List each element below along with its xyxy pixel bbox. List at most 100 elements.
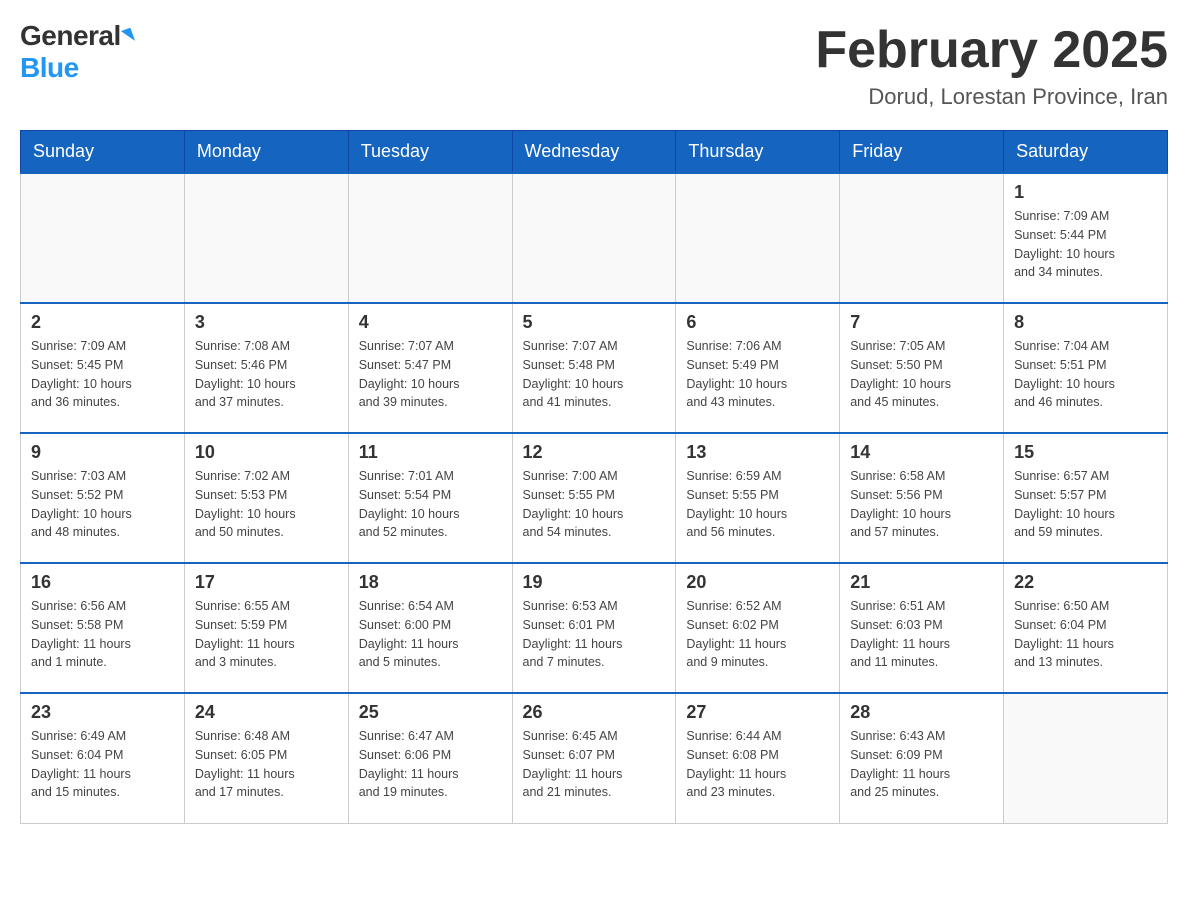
day-info: Sunrise: 6:45 AMSunset: 6:07 PMDaylight:… xyxy=(523,727,666,802)
day-number: 9 xyxy=(31,442,174,463)
day-number: 26 xyxy=(523,702,666,723)
day-info: Sunrise: 7:07 AMSunset: 5:48 PMDaylight:… xyxy=(523,337,666,412)
calendar-cell: 10Sunrise: 7:02 AMSunset: 5:53 PMDayligh… xyxy=(184,433,348,563)
day-info: Sunrise: 6:58 AMSunset: 5:56 PMDaylight:… xyxy=(850,467,993,542)
calendar-cell xyxy=(184,173,348,303)
day-info: Sunrise: 6:54 AMSunset: 6:00 PMDaylight:… xyxy=(359,597,502,672)
weekday-header-sunday: Sunday xyxy=(21,131,185,174)
day-info: Sunrise: 6:51 AMSunset: 6:03 PMDaylight:… xyxy=(850,597,993,672)
calendar-cell: 12Sunrise: 7:00 AMSunset: 5:55 PMDayligh… xyxy=(512,433,676,563)
day-number: 7 xyxy=(850,312,993,333)
day-info: Sunrise: 6:49 AMSunset: 6:04 PMDaylight:… xyxy=(31,727,174,802)
location-subtitle: Dorud, Lorestan Province, Iran xyxy=(815,84,1168,110)
day-info: Sunrise: 6:48 AMSunset: 6:05 PMDaylight:… xyxy=(195,727,338,802)
week-row-3: 9 Sunrise: 7:03 AMSunset: 5:52 PMDaylight… xyxy=(21,433,1168,563)
weekday-header-thursday: Thursday xyxy=(676,131,840,174)
calendar-cell xyxy=(676,173,840,303)
logo-general-text: General xyxy=(20,20,121,52)
weekday-header-tuesday: Tuesday xyxy=(348,131,512,174)
calendar-cell: 5 Sunrise: 7:07 AMSunset: 5:48 PMDaylight… xyxy=(512,303,676,433)
day-number: 17 xyxy=(195,572,338,593)
day-info: Sunrise: 6:43 AMSunset: 6:09 PMDaylight:… xyxy=(850,727,993,802)
logo-triangle-icon xyxy=(121,28,135,45)
logo: General Blue xyxy=(20,20,133,84)
calendar-cell: 11 Sunrise: 7:01 AMSunset: 5:54 PMDayligh… xyxy=(348,433,512,563)
calendar-cell: 21 Sunrise: 6:51 AMSunset: 6:03 PMDayligh… xyxy=(840,563,1004,693)
logo-blue-text: Blue xyxy=(20,52,79,83)
calendar-cell: 4 Sunrise: 7:07 AMSunset: 5:47 PMDaylight… xyxy=(348,303,512,433)
calendar-cell: 23 Sunrise: 6:49 AMSunset: 6:04 PMDayligh… xyxy=(21,693,185,823)
day-info: Sunrise: 6:47 AMSunset: 6:06 PMDaylight:… xyxy=(359,727,502,802)
week-row-1: 1 Sunrise: 7:09 AMSunset: 5:44 PMDaylight… xyxy=(21,173,1168,303)
calendar-cell: 6 Sunrise: 7:06 AMSunset: 5:49 PMDaylight… xyxy=(676,303,840,433)
day-number: 3 xyxy=(195,312,338,333)
day-number: 23 xyxy=(31,702,174,723)
calendar-cell: 19 Sunrise: 6:53 AMSunset: 6:01 PMDayligh… xyxy=(512,563,676,693)
day-info: Sunrise: 6:59 AMSunset: 5:55 PMDaylight:… xyxy=(686,467,829,542)
day-number: 27 xyxy=(686,702,829,723)
calendar-cell: 16 Sunrise: 6:56 AMSunset: 5:58 PMDayligh… xyxy=(21,563,185,693)
month-year-title: February 2025 xyxy=(815,20,1168,80)
day-number: 2 xyxy=(31,312,174,333)
weekday-header-wednesday: Wednesday xyxy=(512,131,676,174)
weekday-header-monday: Monday xyxy=(184,131,348,174)
day-info: Sunrise: 7:06 AMSunset: 5:49 PMDaylight:… xyxy=(686,337,829,412)
weekday-header-saturday: Saturday xyxy=(1004,131,1168,174)
day-number: 6 xyxy=(686,312,829,333)
calendar-cell xyxy=(840,173,1004,303)
day-info: Sunrise: 6:44 AMSunset: 6:08 PMDaylight:… xyxy=(686,727,829,802)
calendar-cell xyxy=(1004,693,1168,823)
day-info: Sunrise: 7:09 AMSunset: 5:45 PMDaylight:… xyxy=(31,337,174,412)
calendar-cell: 13Sunrise: 6:59 AMSunset: 5:55 PMDayligh… xyxy=(676,433,840,563)
calendar-cell: 27 Sunrise: 6:44 AMSunset: 6:08 PMDayligh… xyxy=(676,693,840,823)
calendar-cell: 26 Sunrise: 6:45 AMSunset: 6:07 PMDayligh… xyxy=(512,693,676,823)
calendar-cell: 14 Sunrise: 6:58 AMSunset: 5:56 PMDayligh… xyxy=(840,433,1004,563)
calendar-cell: 25 Sunrise: 6:47 AMSunset: 6:06 PMDayligh… xyxy=(348,693,512,823)
day-number: 11 xyxy=(359,442,502,463)
day-info: Sunrise: 7:01 AMSunset: 5:54 PMDaylight:… xyxy=(359,467,502,542)
day-number: 19 xyxy=(523,572,666,593)
day-number: 28 xyxy=(850,702,993,723)
day-info: Sunrise: 6:52 AMSunset: 6:02 PMDaylight:… xyxy=(686,597,829,672)
calendar-header-row: SundayMondayTuesdayWednesdayThursdayFrid… xyxy=(21,131,1168,174)
day-number: 25 xyxy=(359,702,502,723)
calendar-cell: 2 Sunrise: 7:09 AMSunset: 5:45 PMDaylight… xyxy=(21,303,185,433)
calendar-cell: 15Sunrise: 6:57 AMSunset: 5:57 PMDayligh… xyxy=(1004,433,1168,563)
day-info: Sunrise: 6:56 AMSunset: 5:58 PMDaylight:… xyxy=(31,597,174,672)
day-info: Sunrise: 6:50 AMSunset: 6:04 PMDaylight:… xyxy=(1014,597,1157,672)
week-row-2: 2 Sunrise: 7:09 AMSunset: 5:45 PMDaylight… xyxy=(21,303,1168,433)
calendar-table: SundayMondayTuesdayWednesdayThursdayFrid… xyxy=(20,130,1168,824)
day-info: Sunrise: 7:09 AMSunset: 5:44 PMDaylight:… xyxy=(1014,207,1157,282)
day-number: 14 xyxy=(850,442,993,463)
day-number: 16 xyxy=(31,572,174,593)
calendar-cell: 22 Sunrise: 6:50 AMSunset: 6:04 PMDayligh… xyxy=(1004,563,1168,693)
day-number: 21 xyxy=(850,572,993,593)
calendar-cell: 24 Sunrise: 6:48 AMSunset: 6:05 PMDayligh… xyxy=(184,693,348,823)
day-number: 1 xyxy=(1014,182,1157,203)
calendar-cell xyxy=(512,173,676,303)
week-row-5: 23 Sunrise: 6:49 AMSunset: 6:04 PMDayligh… xyxy=(21,693,1168,823)
day-info: Sunrise: 6:53 AMSunset: 6:01 PMDaylight:… xyxy=(523,597,666,672)
weekday-header-friday: Friday xyxy=(840,131,1004,174)
day-info: Sunrise: 7:03 AMSunset: 5:52 PMDaylight:… xyxy=(31,467,174,542)
day-info: Sunrise: 6:55 AMSunset: 5:59 PMDaylight:… xyxy=(195,597,338,672)
calendar-cell: 7Sunrise: 7:05 AMSunset: 5:50 PMDaylight… xyxy=(840,303,1004,433)
day-info: Sunrise: 7:02 AMSunset: 5:53 PMDaylight:… xyxy=(195,467,338,542)
day-number: 22 xyxy=(1014,572,1157,593)
day-info: Sunrise: 7:00 AMSunset: 5:55 PMDaylight:… xyxy=(523,467,666,542)
calendar-cell: 9 Sunrise: 7:03 AMSunset: 5:52 PMDaylight… xyxy=(21,433,185,563)
day-number: 8 xyxy=(1014,312,1157,333)
page-header: General Blue February 2025 Dorud, Lorest… xyxy=(20,20,1168,110)
day-number: 24 xyxy=(195,702,338,723)
day-number: 5 xyxy=(523,312,666,333)
day-info: Sunrise: 7:07 AMSunset: 5:47 PMDaylight:… xyxy=(359,337,502,412)
calendar-cell: 3Sunrise: 7:08 AMSunset: 5:46 PMDaylight… xyxy=(184,303,348,433)
day-number: 18 xyxy=(359,572,502,593)
calendar-cell: 28 Sunrise: 6:43 AMSunset: 6:09 PMDayligh… xyxy=(840,693,1004,823)
title-section: February 2025 Dorud, Lorestan Province, … xyxy=(815,20,1168,110)
calendar-cell xyxy=(348,173,512,303)
day-number: 4 xyxy=(359,312,502,333)
calendar-cell: 8Sunrise: 7:04 AMSunset: 5:51 PMDaylight… xyxy=(1004,303,1168,433)
week-row-4: 16 Sunrise: 6:56 AMSunset: 5:58 PMDayligh… xyxy=(21,563,1168,693)
day-number: 15 xyxy=(1014,442,1157,463)
